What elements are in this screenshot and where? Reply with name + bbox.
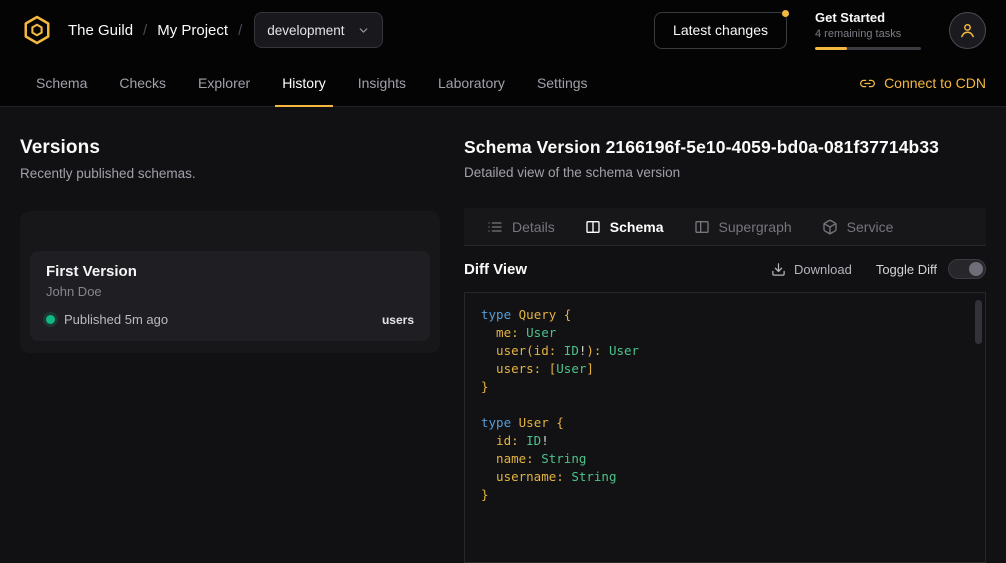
detail-tab-details[interactable]: Details: [472, 208, 570, 245]
detail-tab-supergraph[interactable]: Supergraph: [679, 208, 807, 245]
toggle-knob: [969, 262, 983, 276]
hive-logo-icon[interactable]: [20, 13, 54, 47]
diff-view-title: Diff View: [464, 261, 527, 278]
primary-nav: Schema Checks Explorer History Insights …: [0, 60, 1006, 107]
detail-tab-label: Schema: [610, 219, 664, 235]
user-icon: [958, 21, 977, 40]
diff-view-actions: Download Toggle Diff: [771, 259, 986, 279]
schema-version-panel: Schema Version 2166196f-5e10-4059-bd0a-0…: [464, 123, 986, 563]
detail-tab-label: Supergraph: [719, 219, 792, 235]
link-icon: [860, 76, 875, 91]
tab-schema[interactable]: Schema: [20, 60, 103, 106]
tab-settings[interactable]: Settings: [521, 60, 604, 106]
breadcrumb: The Guild / My Project / development: [20, 12, 383, 48]
detail-tabs: Details Schema Sup: [464, 208, 986, 246]
breadcrumb-project[interactable]: My Project: [157, 22, 228, 39]
detail-tab-label: Service: [847, 219, 894, 235]
get-started-progress-fill: [815, 47, 847, 50]
tab-laboratory[interactable]: Laboratory: [422, 60, 521, 106]
get-started-subtitle: 4 remaining tasks: [815, 28, 921, 40]
version-author: John Doe: [46, 284, 414, 299]
download-label: Download: [794, 262, 852, 277]
detail-tab-schema[interactable]: Schema: [570, 208, 679, 245]
version-meta: Published 5m ago users: [46, 312, 414, 327]
versions-panel: Versions Recently published schemas. Fir…: [20, 123, 440, 563]
environment-selector-value: development: [267, 23, 344, 38]
box-icon: [822, 219, 838, 235]
primary-nav-tabs: Schema Checks Explorer History Insights …: [20, 60, 604, 106]
schema-code-panel: type Query { me: User user(id: ID!): Use…: [464, 292, 986, 563]
header-right: Latest changes Get Started 4 remaining t…: [654, 10, 986, 50]
main-content: Versions Recently published schemas. Fir…: [0, 107, 1006, 563]
columns-icon: [585, 219, 601, 235]
tab-history[interactable]: History: [266, 60, 342, 106]
user-avatar[interactable]: [949, 12, 986, 49]
version-service-badge: users: [382, 313, 414, 327]
scrollbar-thumb[interactable]: [975, 300, 982, 344]
detail-tab-label: Details: [512, 219, 555, 235]
schema-version-title: Schema Version 2166196f-5e10-4059-bd0a-0…: [464, 137, 986, 158]
get-started-progress: [815, 47, 921, 50]
detail-tab-service[interactable]: Service: [807, 208, 909, 245]
chevron-down-icon: [357, 24, 370, 37]
tab-insights[interactable]: Insights: [342, 60, 422, 106]
breadcrumb-org[interactable]: The Guild: [68, 22, 133, 39]
latest-changes-label: Latest changes: [673, 22, 768, 38]
notification-dot: [782, 10, 789, 17]
download-button[interactable]: Download: [771, 262, 852, 277]
connect-to-cdn-label: Connect to CDN: [884, 75, 986, 91]
versions-title: Versions: [20, 137, 440, 159]
versions-card: First Version John Doe Published 5m ago …: [20, 211, 440, 353]
schema-version-subtitle: Detailed view of the schema version: [464, 165, 986, 180]
get-started-widget[interactable]: Get Started 4 remaining tasks: [815, 10, 921, 50]
published-status-dot: [46, 315, 55, 324]
version-status: Published 5m ago: [64, 312, 168, 327]
diff-view-header: Diff View Download Toggle D: [464, 246, 986, 292]
latest-changes-button[interactable]: Latest changes: [654, 12, 787, 49]
top-header: The Guild / My Project / development Lat…: [0, 0, 1006, 60]
toggle-diff-label: Toggle Diff: [876, 262, 937, 277]
list-icon: [487, 219, 503, 235]
connect-to-cdn-button[interactable]: Connect to CDN: [860, 60, 986, 106]
versions-subtitle: Recently published schemas.: [20, 166, 440, 181]
tab-checks[interactable]: Checks: [103, 60, 182, 106]
environment-selector[interactable]: development: [254, 12, 382, 48]
get-started-title: Get Started: [815, 10, 921, 25]
breadcrumb-separator: /: [143, 22, 147, 39]
version-name: First Version: [46, 263, 414, 280]
diff-toggle-switch[interactable]: [948, 259, 986, 279]
download-icon: [771, 262, 786, 277]
layout-icon: [694, 219, 710, 235]
toggle-diff-control: Toggle Diff: [876, 259, 986, 279]
breadcrumb-separator: /: [238, 22, 242, 39]
app-root: The Guild / My Project / development Lat…: [0, 0, 1006, 563]
code-block: type Query { me: User user(id: ID!): Use…: [481, 306, 969, 504]
version-list-item[interactable]: First Version John Doe Published 5m ago …: [30, 251, 430, 341]
tab-explorer[interactable]: Explorer: [182, 60, 266, 106]
